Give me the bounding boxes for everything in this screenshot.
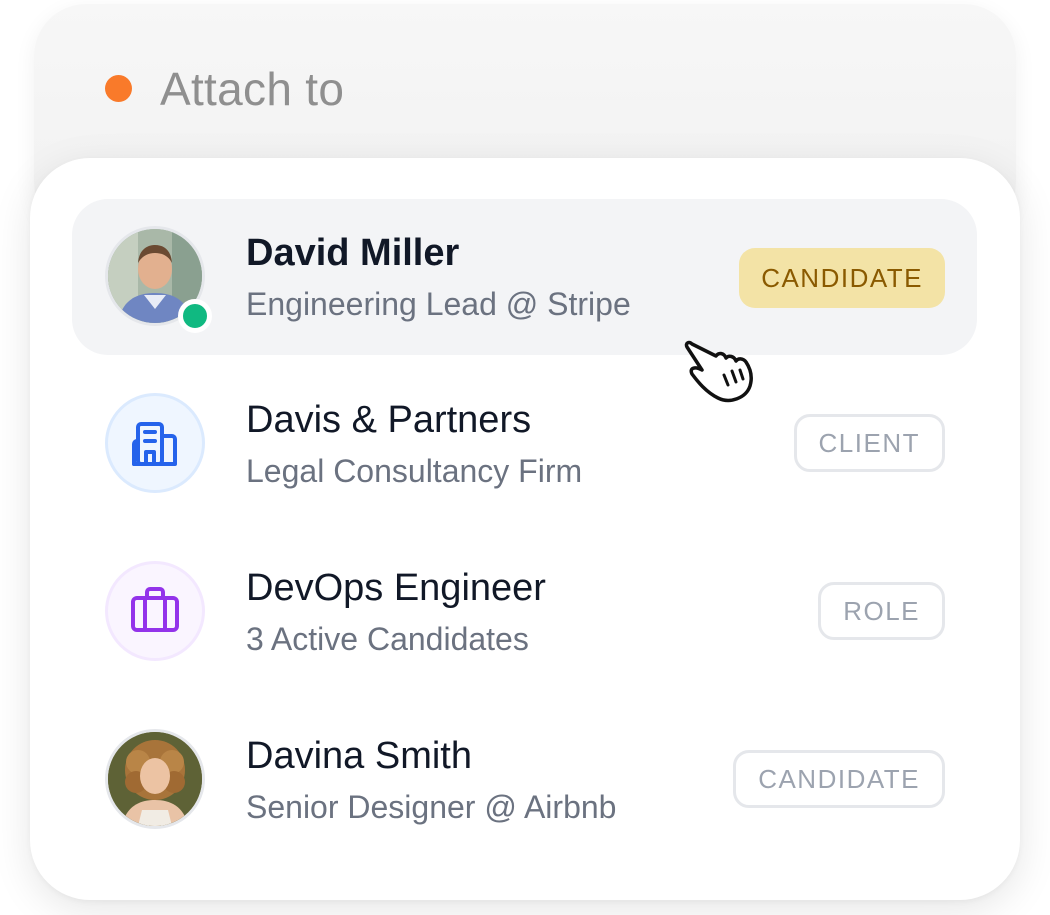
item-subtitle: Senior Designer @ Airbnb: [246, 789, 617, 825]
status-indicator-dot: [105, 75, 132, 102]
item-subtitle: Engineering Lead @ Stripe: [246, 286, 631, 322]
list-item-david-miller[interactable]: David Miller Engineering Lead @ Stripe C…: [72, 199, 977, 355]
item-subtitle: Legal Consultancy Firm: [246, 453, 583, 489]
person-photo-icon: [108, 732, 202, 826]
attach-to-label: Attach to: [160, 63, 345, 115]
type-badge: CLIENT: [793, 414, 945, 472]
list-item-davina-smith[interactable]: Davina Smith Senior Designer @ Airbnb CA…: [72, 702, 977, 858]
avatar: [105, 729, 205, 829]
item-title: Davis & Partners: [246, 399, 532, 441]
list-item-devops-engineer[interactable]: DevOps Engineer 3 Active Candidates ROLE: [72, 534, 977, 690]
item-title: David Miller: [246, 232, 460, 274]
online-status-dot: [178, 299, 212, 333]
building-icon: [132, 422, 177, 466]
type-badge: CANDIDATE: [739, 248, 945, 308]
pointer-hand-icon: [684, 340, 753, 403]
avatar: [105, 561, 205, 661]
type-badge: CANDIDATE: [733, 750, 945, 808]
item-title: Davina Smith: [246, 735, 472, 777]
avatar: [105, 393, 205, 493]
type-badge: ROLE: [818, 582, 945, 640]
briefcase-icon: [131, 587, 179, 632]
item-subtitle: 3 Active Candidates: [246, 621, 529, 657]
attach-to-dropdown: Attach to David Miller Engineering Lead …: [0, 0, 1050, 915]
list-item-davis-partners[interactable]: Davis & Partners Legal Consultancy Firm …: [72, 366, 977, 522]
item-title: DevOps Engineer: [246, 567, 546, 609]
